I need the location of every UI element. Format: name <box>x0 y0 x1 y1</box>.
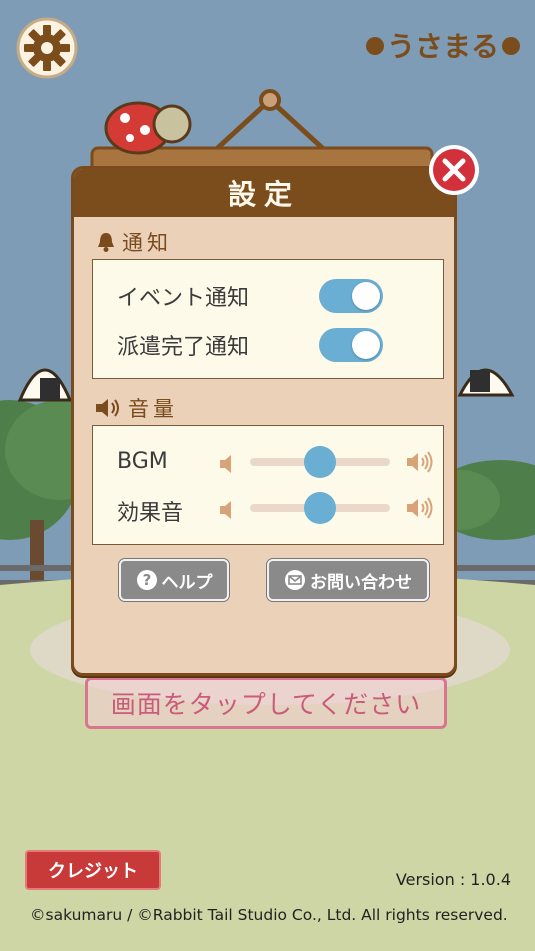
settings-dialog: 設定 通知 イベント通知 派遣完了通知 音量 BGM 効果音 ? ヘルプ お問い… <box>71 166 457 676</box>
volume-high-icon <box>407 451 433 473</box>
notification-section-heading: 通知 <box>94 227 172 257</box>
close-dialog-button[interactable] <box>427 143 481 197</box>
dialog-title: 設定 <box>74 169 454 217</box>
svg-text:?: ? <box>142 571 151 589</box>
credits-button[interactable]: クレジット <box>25 850 161 890</box>
bgm-slider-row: BGM <box>117 442 437 482</box>
gear-icon <box>16 17 78 79</box>
notification-row-dispatch: 派遣完了通知 <box>117 327 433 363</box>
mail-icon <box>285 570 305 590</box>
contact-button-label: お問い合わせ <box>310 572 412 593</box>
volume-section-heading: 音量 <box>94 393 178 423</box>
contact-button[interactable]: お問い合わせ <box>267 559 429 601</box>
settings-gear-button[interactable] <box>16 17 78 79</box>
bell-icon <box>98 233 114 252</box>
toggle-knob <box>352 331 380 359</box>
dispatch-notification-label: 派遣完了通知 <box>117 335 250 360</box>
bgm-slider[interactable] <box>250 446 390 478</box>
event-notification-toggle[interactable] <box>319 279 383 313</box>
svg-text:うさまる: うさまる <box>387 30 499 63</box>
volume-high-icon <box>407 497 433 519</box>
app-logo: うさまる <box>363 26 523 66</box>
close-icon <box>429 145 479 195</box>
volume-low-icon <box>220 455 231 473</box>
sfx-slider-thumb[interactable] <box>304 492 336 524</box>
tap-to-start-banner[interactable]: 画面をタップしてください <box>85 677 447 729</box>
dispatch-notification-toggle[interactable] <box>319 328 383 362</box>
bgm-slider-thumb[interactable] <box>304 446 336 478</box>
volume-heading-label: 音量 <box>128 397 178 421</box>
help-button[interactable]: ? ヘルプ <box>119 559 229 601</box>
event-notification-label: イベント通知 <box>117 286 250 311</box>
version-text: Version : 1.0.4 <box>395 870 511 889</box>
help-button-label: ヘルプ <box>161 572 213 593</box>
notification-heading-label: 通知 <box>122 231 172 255</box>
bgm-label: BGM <box>117 449 168 474</box>
question-icon: ? <box>136 570 157 590</box>
sfx-slider[interactable] <box>250 492 390 524</box>
sfx-label: 効果音 <box>117 501 184 526</box>
volume-panel: BGM 効果音 <box>92 425 444 545</box>
copyright-text: ©sakumaru / ©Rabbit Tail Studio Co., Ltd… <box>30 906 508 924</box>
speaker-icon <box>96 399 119 417</box>
sfx-slider-row: 効果音 <box>117 488 437 528</box>
toggle-knob <box>352 282 380 310</box>
volume-low-icon <box>220 501 231 519</box>
notification-panel: イベント通知 派遣完了通知 <box>92 259 444 379</box>
notification-row-event: イベント通知 <box>117 278 433 314</box>
